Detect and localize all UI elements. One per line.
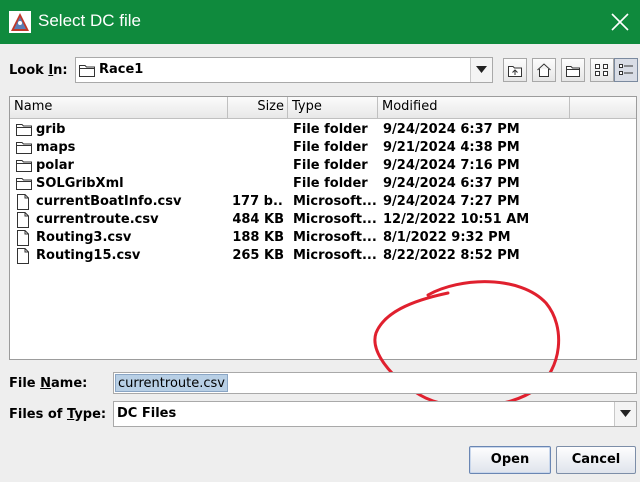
file-name-cell: polar <box>36 158 74 173</box>
details-view-button[interactable] <box>614 58 638 82</box>
file-type-cell: Microsoft... <box>293 230 377 245</box>
look-in-label: Look In: <box>9 63 68 78</box>
folder-icon <box>16 142 32 154</box>
file-name-cell: currentBoatInfo.csv <box>36 194 182 209</box>
up-one-level-icon <box>508 66 522 77</box>
file-modified-cell: 8/1/2022 9:32 PM <box>383 230 511 245</box>
file-type-cell: Microsoft... <box>293 194 377 209</box>
home-button[interactable] <box>532 58 556 82</box>
list-view-button[interactable] <box>590 58 614 82</box>
file-modified-cell: 8/22/2022 8:52 PM <box>383 248 520 263</box>
cancel-button[interactable]: Cancel <box>556 446 636 474</box>
file-row[interactable]: currentBoatInfo.csv 177 b... Microsoft... 9… <box>10 193 630 211</box>
home-icon <box>537 63 551 77</box>
file-size-cell: 265 KB <box>232 248 284 263</box>
file-name-label: File Name: <box>9 376 88 391</box>
file-icon <box>17 194 29 210</box>
file-type-cell: Microsoft... <box>293 212 377 227</box>
file-name-cell: Routing3.csv <box>36 230 132 245</box>
window-title: Select DC file <box>38 11 141 30</box>
file-type-cell: File folder <box>293 122 368 137</box>
file-name-value[interactable]: currentroute.csv <box>115 374 228 392</box>
look-in-value: Race1 <box>99 62 144 77</box>
files-of-type-arrow-button[interactable] <box>614 402 636 426</box>
file-row[interactable]: polar File folder 9/24/2024 7:16 PM <box>10 157 630 175</box>
file-type-cell: File folder <box>293 158 368 173</box>
title-bar: Select DC file <box>0 0 640 44</box>
file-row[interactable]: grib File folder 9/24/2024 6:37 PM <box>10 121 630 139</box>
file-name-cell: Routing15.csv <box>36 248 141 263</box>
java-app-icon <box>9 11 31 33</box>
file-modified-cell: 9/24/2024 7:27 PM <box>383 194 520 209</box>
files-of-type-dropdown[interactable]: DC Files <box>113 401 637 427</box>
file-row[interactable]: SOLGribXml File folder 9/24/2024 6:37 PM <box>10 175 630 193</box>
up-one-level-button[interactable] <box>503 58 527 82</box>
file-modified-cell: 9/24/2024 6:37 PM <box>383 122 520 137</box>
file-modified-cell: 9/21/2024 4:38 PM <box>383 140 520 155</box>
look-in-arrow-button[interactable] <box>470 58 492 82</box>
column-header-name[interactable]: Name <box>10 97 228 119</box>
file-modified-cell: 9/24/2024 6:37 PM <box>383 176 520 191</box>
open-button[interactable]: Open <box>469 446 551 474</box>
file-size-cell: 177 b... <box>232 194 284 209</box>
file-row[interactable]: maps File folder 9/21/2024 4:38 PM <box>10 139 630 157</box>
details-view-icon <box>619 64 633 75</box>
chevron-down-icon <box>620 410 631 417</box>
new-folder-button[interactable] <box>561 58 585 82</box>
folder-icon <box>79 65 95 77</box>
file-type-cell: Microsoft... <box>293 248 377 263</box>
file-size-cell: 188 KB <box>232 230 284 245</box>
file-size-cell: 484 KB <box>232 212 284 227</box>
files-of-type-value: DC Files <box>117 406 177 421</box>
file-icon <box>17 212 29 228</box>
file-name-cell: SOLGribXml <box>36 176 124 191</box>
folder-icon <box>16 178 32 190</box>
column-header-modified[interactable]: Modified <box>378 97 570 119</box>
column-header-type[interactable]: Type <box>288 97 378 119</box>
files-of-type-label: Files of Type: <box>9 407 107 422</box>
file-modified-cell: 12/2/2022 10:51 AM <box>383 212 530 227</box>
file-name-cell: currentroute.csv <box>36 212 159 227</box>
file-type-cell: File folder <box>293 176 368 191</box>
file-row[interactable]: Routing3.csv 188 KB Microsoft... 8/1/2022 9… <box>10 229 630 247</box>
file-modified-cell: 9/24/2024 7:16 PM <box>383 158 520 173</box>
folder-icon <box>16 124 32 136</box>
column-header-filler <box>570 97 636 119</box>
file-type-cell: File folder <box>293 140 368 155</box>
file-icon <box>17 230 29 246</box>
file-name-input[interactable]: currentroute.csv <box>113 372 637 394</box>
close-icon[interactable] <box>610 12 630 32</box>
file-row[interactable]: Routing15.csv 265 KB Microsoft... 8/22/2022… <box>10 247 630 265</box>
file-icon <box>17 248 29 264</box>
column-header-size[interactable]: Size <box>228 97 288 119</box>
file-list[interactable]: Name Size Type Modified grib File folder 9… <box>9 96 637 408</box>
file-row[interactable]: currentroute.csv 484 KB Microsoft... 12/2/2… <box>10 211 630 229</box>
list-view-icon <box>595 64 608 76</box>
folder-icon <box>16 160 32 172</box>
new-folder-icon <box>566 66 580 77</box>
file-name-cell: grib <box>36 122 66 137</box>
file-name-cell: maps <box>36 140 76 155</box>
chevron-down-icon <box>476 66 487 73</box>
look-in-dropdown[interactable]: Race1 <box>75 57 493 83</box>
